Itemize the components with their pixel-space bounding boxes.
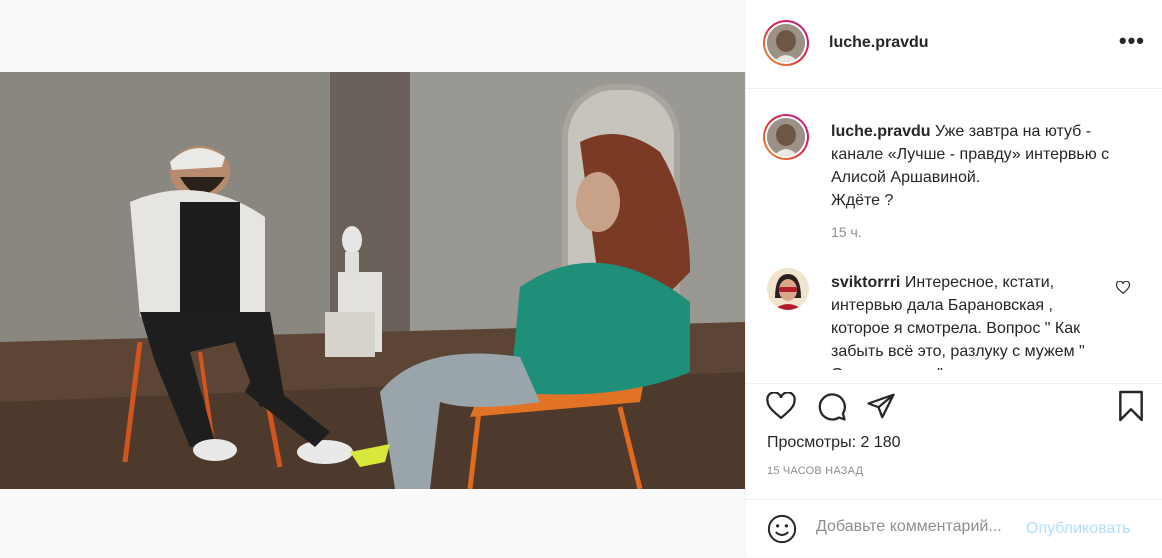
post-header: luche.pravdu ••• xyxy=(746,0,1162,89)
more-options-icon[interactable]: ••• xyxy=(1119,30,1145,52)
bookmark-icon[interactable] xyxy=(1117,390,1145,422)
video-frame xyxy=(0,72,745,489)
header-username[interactable]: luche.pravdu xyxy=(829,34,929,52)
view-count[interactable]: Просмотры: 2 180 xyxy=(767,434,901,452)
post-media xyxy=(0,0,745,557)
comment: sviktorrri Интересное, кстати, интервью … xyxy=(831,271,1106,370)
add-comment-bar: Опубликовать xyxy=(746,499,1162,558)
avatar-image xyxy=(767,268,809,310)
post-timestamp[interactable]: 15 ЧАСОВ НАЗАД xyxy=(767,465,863,477)
avatar-image xyxy=(767,24,805,62)
like-comment-heart-icon[interactable] xyxy=(1116,281,1130,294)
post-caption: luche.pravdu Уже завтра на ютуб - канале… xyxy=(831,120,1131,212)
avatar-image xyxy=(767,118,805,156)
action-bar xyxy=(746,383,1162,434)
author-avatar[interactable] xyxy=(763,20,809,66)
commenter-username[interactable]: sviktorrri xyxy=(831,274,900,291)
commenter-avatar[interactable] xyxy=(767,268,809,310)
comment-input[interactable] xyxy=(816,518,1026,536)
share-send-icon[interactable] xyxy=(866,392,896,420)
publish-button[interactable]: Опубликовать xyxy=(1026,520,1131,538)
post-details-panel: luche.pravdu ••• luche.pravdu Уже завтра… xyxy=(745,0,1162,557)
caption-line2: Ждёте ? xyxy=(831,192,894,209)
caption-avatar[interactable] xyxy=(763,114,809,160)
emoji-icon[interactable] xyxy=(767,514,797,544)
caption-timestamp[interactable]: 15 ч. xyxy=(831,224,862,240)
video-player[interactable] xyxy=(0,72,745,489)
caption-username[interactable]: luche.pravdu xyxy=(831,123,931,140)
like-heart-icon[interactable] xyxy=(766,392,796,420)
comments-list[interactable]: luche.pravdu Уже завтра на ютуб - канале… xyxy=(746,88,1162,370)
comment-bubble-icon[interactable] xyxy=(817,392,847,422)
